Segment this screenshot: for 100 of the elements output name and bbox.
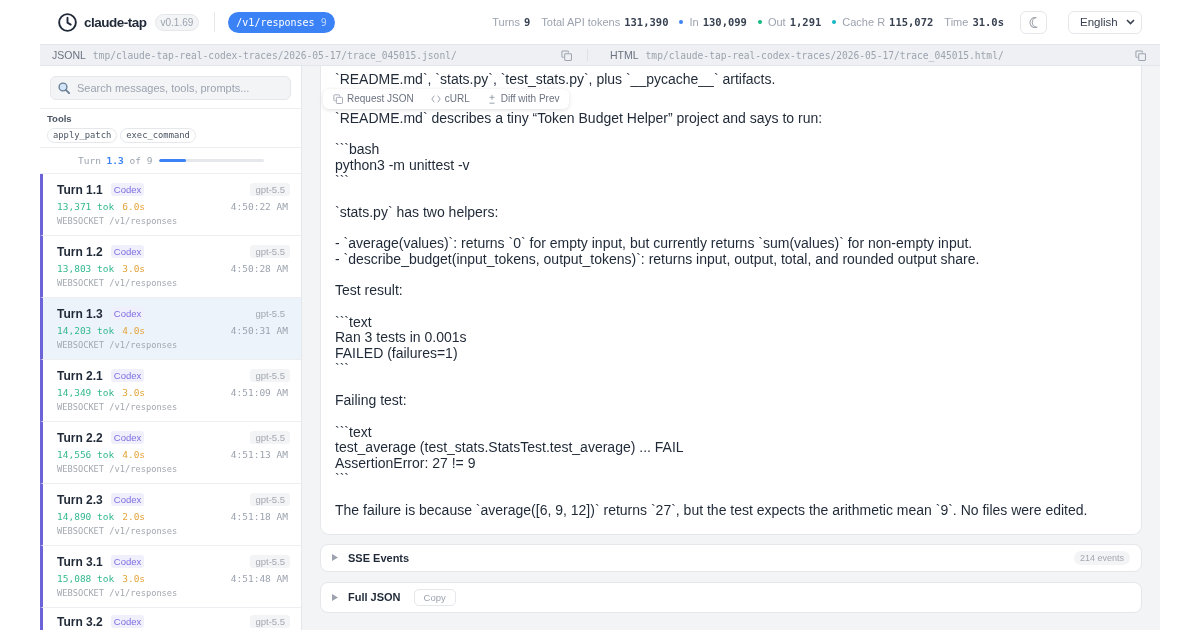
stat-value: 131,390 (624, 16, 669, 28)
response-text: - `average(values)`: returns `0` for empty input, but currently returns `sum(values)` for non-empty input. - `describe_budget(input_tokens, output_tokens)`: returns input, output, total, and rounded output share. (335, 236, 981, 268)
turn-item[interactable]: Turn 1.3 Codex gpt-5.5 14,203 tok 4.0s 4:50:31 AM WEBSOCKET /v1/responses (40, 298, 301, 360)
section-title: Full JSON (348, 591, 401, 604)
collapsible-section[interactable]: Full JSON Copy (320, 581, 1142, 613)
token-count: 14,203 tok (57, 325, 115, 336)
stat-value: 1,291 (789, 16, 822, 28)
agent-tag: Codex (110, 307, 145, 320)
code-icon (430, 93, 441, 104)
turn-item[interactable]: Turn 1.2 Codex gpt-5.5 13,803 tok 3.0s 4:50:28 AM WEBSOCKET /v1/responses (40, 236, 301, 298)
version-tag: v0.1.69 (154, 13, 200, 31)
model-tag: gpt-5.5 (250, 431, 290, 444)
stat-value: 31.0s (972, 16, 1004, 28)
timestamp: 4:51:09 AM (230, 387, 288, 398)
path-label: JSONL (52, 49, 86, 61)
stat-label: Cache R (842, 16, 886, 28)
copy-icon[interactable] (561, 49, 572, 61)
turn-counter: Turn 1.3 of 9 (78, 155, 153, 166)
endpoint-pill[interactable]: /v1/responses 9 (228, 11, 335, 33)
response-text: Test result: (335, 283, 404, 300)
timestamp: 4:50:22 AM (230, 201, 288, 212)
response-text: ```text test_average (test_stats.StatsTest.test_average) ... FAIL AssertionError: 27 != 9 ``` (335, 424, 685, 488)
turn-title: Turn 3.2 (57, 614, 103, 629)
agent-tag: Codex (110, 183, 145, 196)
endpoint-label: WEBSOCKET /v1/responses (57, 215, 179, 228)
response-text: `README.md` describes a tiny “Token Budget Helper” project and says to run: (335, 110, 824, 127)
clock-icon (58, 12, 77, 32)
request-json-button[interactable]: Request JSON (333, 93, 414, 105)
turn-item[interactable]: Turn 3.1 Codex gpt-5.5 15,088 tok 3.0s 4:51:48 AM WEBSOCKET /v1/responses (40, 546, 301, 608)
agent-tag: Codex (110, 615, 145, 628)
model-tag: gpt-5.5 (250, 307, 290, 320)
model-tag: gpt-5.5 (250, 369, 290, 382)
duration: 3.0s (122, 387, 146, 398)
turn-item[interactable]: Turn 1.1 Codex gpt-5.5 13,371 tok 6.0s 4:50:22 AM WEBSOCKET /v1/responses (40, 174, 301, 236)
section-title: SSE Events (348, 551, 410, 564)
stat-label: Total API tokens (541, 16, 621, 28)
stat-label: Turns (492, 16, 520, 28)
copy-icon (333, 93, 343, 104)
response-text: The failure is because `average([6, 9, 12])` returns `27`, but the test expects the arithmetic mean `9`. No files were edited. (335, 503, 1089, 519)
timestamp: 4:51:48 AM (230, 573, 288, 584)
token-count: 13,371 tok (57, 201, 115, 212)
timestamp: 4:50:31 AM (230, 325, 288, 336)
language-select[interactable]: English (1068, 10, 1142, 34)
token-count: 13,803 tok (57, 263, 115, 274)
turn-item[interactable]: Turn 2.1 Codex gpt-5.5 14,349 tok 3.0s 4:51:09 AM WEBSOCKET /v1/responses (40, 360, 301, 422)
agent-tag: Codex (110, 431, 145, 444)
model-tag: gpt-5.5 (250, 615, 290, 628)
turn-title: Turn 2.2 (57, 430, 103, 445)
file-path: tmp/claude-tap-real-codex-traces/2026-05-17/trace_045015.html/ (645, 49, 1004, 61)
response-text: `stats.py` has two helpers: (335, 204, 500, 221)
model-tag: gpt-5.5 (250, 493, 290, 506)
duration: 4.0s (122, 325, 146, 336)
response-text: ```bash python3 -m unittest -v ``` (335, 142, 471, 190)
turn-title: Turn 2.1 (57, 368, 103, 383)
event-count: 214 events (1073, 550, 1130, 565)
agent-tag: Codex (110, 493, 145, 506)
agent-tag: Codex (110, 555, 145, 568)
turn-item[interactable]: Turn 2.3 Codex gpt-5.5 14,890 tok 2.0s 4:51:18 AM WEBSOCKET /v1/responses (40, 484, 301, 546)
model-tag: gpt-5.5 (250, 555, 290, 568)
path-label: HTML (610, 49, 639, 61)
duration: 3.0s (122, 573, 146, 584)
duration: 2.0s (122, 511, 146, 522)
turn-title: Turn 1.2 (57, 244, 103, 259)
section-label: Tools (47, 113, 73, 125)
response-text: `README.md`, `stats.py`, `test_stats.py`, plus `__pycache__` artifacts. (335, 72, 777, 88)
stat-label: In (689, 16, 699, 28)
moon-icon (1029, 16, 1038, 28)
curl-button[interactable]: cURL (430, 93, 470, 105)
turn-title: Turn 2.3 (57, 492, 103, 507)
collapsible-section[interactable]: SSE Events 214 events (320, 543, 1142, 572)
timestamp: 4:50:28 AM (230, 263, 288, 274)
turn-title: Turn 1.1 (57, 182, 103, 197)
timestamp: 4:51:18 AM (230, 511, 288, 522)
turn-title: Turn 3.1 (57, 554, 103, 569)
timestamp: 4:51:13 AM (230, 449, 288, 460)
agent-tag: Codex (110, 245, 145, 258)
endpoint-label: WEBSOCKET /v1/responses (57, 277, 179, 290)
stat-value: 115,072 (889, 16, 934, 28)
agent-tag: Codex (110, 369, 145, 382)
token-count: 14,890 tok (57, 511, 115, 522)
endpoint-label: WEBSOCKET /v1/responses (57, 587, 179, 600)
stat-value: 130,099 (702, 16, 747, 28)
endpoint-label: WEBSOCKET /v1/responses (57, 401, 179, 414)
token-count: 15,088 tok (57, 573, 115, 584)
token-count: 14,556 tok (57, 449, 115, 460)
theme-toggle-button[interactable] (1020, 10, 1047, 34)
model-tag: gpt-5.5 (250, 245, 290, 258)
diff-button[interactable]: Diff with Prev (486, 93, 560, 105)
turn-title: Turn 1.3 (57, 306, 103, 321)
stat-label: Time (944, 16, 969, 28)
endpoint-label: WEBSOCKET /v1/responses (57, 463, 179, 476)
turn-item[interactable]: Turn 2.2 Codex gpt-5.5 14,556 tok 4.0s 4:51:13 AM WEBSOCKET /v1/responses (40, 422, 301, 484)
model-tag: gpt-5.5 (250, 183, 290, 196)
duration: 3.0s (122, 263, 146, 274)
endpoint-label: WEBSOCKET /v1/responses (57, 339, 179, 352)
search-field[interactable]: Search messages, tools, prompts... (50, 76, 291, 100)
file-path: tmp/claude-tap-real-codex-traces/2026-05-17/trace_045015.jsonl/ (92, 49, 457, 61)
copy-icon[interactable] (1135, 49, 1146, 61)
stat-label: Out (767, 16, 786, 28)
response-text: ```text Ran 3 tests in 0.001s FAILED (failures=1) ``` (335, 314, 468, 378)
